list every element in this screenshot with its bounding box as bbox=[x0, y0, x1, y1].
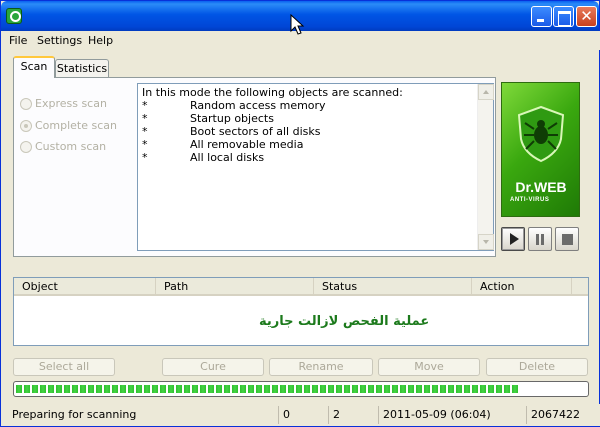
tab-statistics[interactable]: Statistics bbox=[55, 59, 109, 79]
description-intro: In this mode the following objects are s… bbox=[142, 86, 403, 99]
pause-icon[interactable] bbox=[528, 227, 552, 251]
results-list[interactable]: Object Path Status Action عملية الفحص لا… bbox=[13, 277, 589, 346]
spider-shield-icon bbox=[517, 105, 565, 163]
app-search-icon bbox=[6, 8, 22, 24]
column-path[interactable]: Path bbox=[156, 278, 314, 296]
radio-dot bbox=[20, 98, 32, 110]
status-count-1: 0 bbox=[278, 406, 326, 424]
maximize-button[interactable] bbox=[553, 6, 574, 27]
play-icon[interactable] bbox=[501, 227, 525, 251]
menu-file[interactable]: File bbox=[9, 34, 27, 47]
menu-help[interactable]: Help bbox=[88, 34, 113, 47]
status-datetime: 2011-05-09 (06:04) bbox=[378, 406, 524, 424]
scan-in-progress-text: عملية الفحص لازالت جارية bbox=[259, 314, 430, 329]
status-bar: Preparing for scanning 0 2 2011-05-09 (0… bbox=[2, 404, 600, 426]
menu-settings[interactable]: Settings bbox=[37, 34, 82, 47]
main-window: ✕ File Settings Help Scan Statistics Exp… bbox=[0, 0, 600, 427]
cure-button[interactable]: Cure bbox=[162, 358, 264, 376]
logo-name: Dr.WEB bbox=[515, 179, 567, 195]
close-button[interactable]: ✕ bbox=[576, 6, 597, 27]
close-icon: ✕ bbox=[580, 7, 593, 25]
rename-button[interactable]: Rename bbox=[269, 358, 373, 376]
description-scrollbar[interactable] bbox=[477, 84, 494, 250]
status-records: 2067422 bbox=[526, 406, 598, 424]
delete-button[interactable]: Delete bbox=[486, 358, 588, 376]
tab-scan[interactable]: Scan bbox=[13, 56, 55, 78]
list-item: * Boot sectors of all disks bbox=[142, 125, 321, 138]
status-message: Preparing for scanning bbox=[12, 408, 137, 421]
column-status[interactable]: Status bbox=[314, 278, 472, 296]
select-all-button[interactable]: Select all bbox=[13, 358, 115, 376]
scan-progress-bar bbox=[13, 381, 589, 397]
radio-label: Custom scan bbox=[35, 140, 107, 153]
radio-dot bbox=[20, 141, 32, 153]
stop-icon[interactable] bbox=[555, 227, 579, 251]
scroll-down-icon[interactable] bbox=[478, 234, 494, 250]
mouse-cursor-icon bbox=[290, 14, 305, 35]
move-button[interactable]: Move bbox=[378, 358, 480, 376]
radio-label: Complete scan bbox=[35, 119, 118, 132]
list-item: * All removable media bbox=[142, 138, 304, 151]
scan-description-box: In this mode the following objects are s… bbox=[137, 83, 494, 251]
column-object[interactable]: Object bbox=[14, 278, 156, 296]
column-action[interactable]: Action bbox=[472, 278, 572, 296]
radio-dot bbox=[20, 120, 32, 132]
list-item: * Random access memory bbox=[142, 99, 326, 112]
drweb-logo: Dr.WEB ANTI-VIRUS bbox=[501, 82, 580, 217]
minimize-button[interactable] bbox=[531, 6, 552, 27]
status-count-2: 2 bbox=[328, 406, 376, 424]
results-header: Object Path Status Action bbox=[14, 278, 588, 296]
radio-label: Express scan bbox=[35, 97, 107, 110]
progress-fill bbox=[16, 385, 518, 393]
results-body: عملية الفحص لازالت جارية bbox=[14, 298, 588, 345]
list-item: * All local disks bbox=[142, 151, 265, 164]
list-item: * Startup objects bbox=[142, 112, 274, 125]
logo-subtitle: ANTI-VIRUS bbox=[510, 197, 550, 203]
scroll-up-icon[interactable] bbox=[478, 84, 494, 100]
